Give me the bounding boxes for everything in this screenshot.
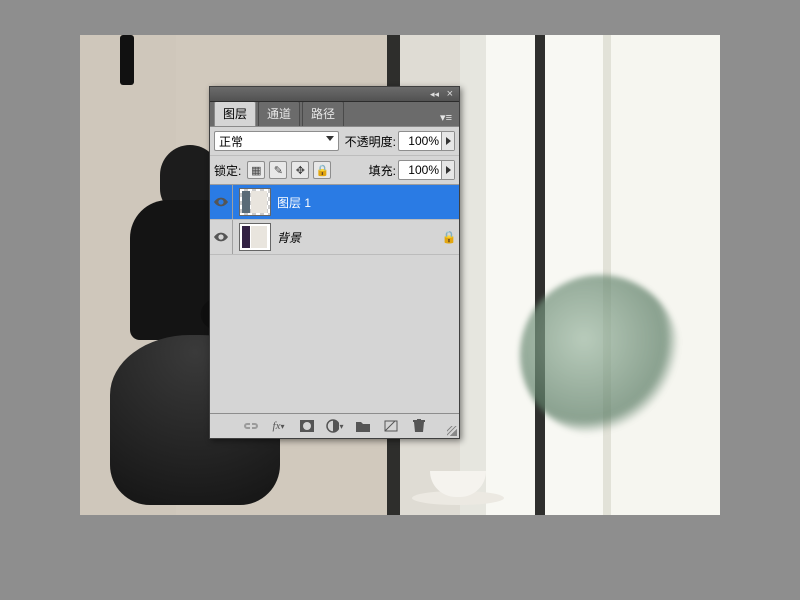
- new-layer-icon[interactable]: [382, 418, 400, 434]
- opacity-label: 不透明度:: [345, 133, 396, 150]
- group-icon[interactable]: [354, 418, 372, 434]
- fill-flyout-icon[interactable]: [441, 161, 454, 179]
- tab-channels[interactable]: 通道: [258, 101, 300, 126]
- visibility-toggle[interactable]: [210, 185, 233, 219]
- opacity-field[interactable]: [398, 131, 455, 151]
- collapse-icon[interactable]: ◂◂: [430, 89, 439, 99]
- opacity-input[interactable]: [399, 134, 441, 148]
- lock-transparent-icon[interactable]: ▦: [247, 161, 265, 179]
- layer-name[interactable]: 图层 1: [277, 194, 439, 211]
- panel-titlebar[interactable]: ◂◂ ×: [210, 87, 459, 102]
- photo-window-frame: [535, 35, 545, 515]
- blend-mode-select[interactable]: 正常: [214, 131, 339, 151]
- opacity-flyout-icon[interactable]: [441, 132, 454, 150]
- lock-indicator-icon: 🔒: [439, 230, 459, 244]
- trash-icon[interactable]: [410, 418, 428, 434]
- panel-tabs: 图层 通道 路径 ▾≡: [210, 102, 459, 127]
- lock-icons-group: ▦ ✎ ✥ 🔒: [247, 161, 331, 179]
- lock-fill-row: 锁定: ▦ ✎ ✥ 🔒 填充:: [210, 156, 459, 185]
- lock-position-icon[interactable]: ✥: [291, 161, 309, 179]
- visibility-toggle[interactable]: [210, 220, 233, 254]
- tab-layers[interactable]: 图层: [214, 101, 256, 126]
- tab-paths[interactable]: 路径: [302, 101, 344, 126]
- photo-lamp: [120, 35, 134, 85]
- layer-row[interactable]: 背景🔒: [210, 220, 459, 255]
- photo-foliage: [520, 275, 680, 435]
- lock-pixels-icon[interactable]: ✎: [269, 161, 287, 179]
- app-background: ◂◂ × 图层 通道 路径 ▾≡ 正常 不透明度: 锁定: ▦ ✎: [0, 0, 800, 600]
- layer-thumbnail[interactable]: [239, 188, 271, 216]
- fill-label: 填充:: [369, 162, 396, 179]
- layer-list[interactable]: 图层 1 背景🔒: [210, 185, 459, 413]
- blend-mode-value: 正常: [219, 133, 243, 150]
- fill-field[interactable]: [398, 160, 455, 180]
- adjustment-icon[interactable]: ▾: [326, 418, 344, 434]
- layer-thumbnail[interactable]: [239, 223, 271, 251]
- layer-row[interactable]: 图层 1: [210, 185, 459, 220]
- link-icon: [242, 418, 260, 434]
- lock-all-icon[interactable]: 🔒: [313, 161, 331, 179]
- mask-icon[interactable]: [298, 418, 316, 434]
- panel-menu-icon[interactable]: ▾≡: [437, 111, 455, 124]
- lock-label: 锁定:: [214, 162, 241, 179]
- blend-opacity-row: 正常 不透明度:: [210, 127, 459, 156]
- panel-footer: fx▾ ▾: [210, 413, 459, 438]
- layer-name[interactable]: 背景: [277, 229, 439, 246]
- layers-panel: ◂◂ × 图层 通道 路径 ▾≡ 正常 不透明度: 锁定: ▦ ✎: [209, 86, 460, 439]
- fill-input[interactable]: [399, 163, 441, 177]
- close-icon[interactable]: ×: [447, 88, 453, 100]
- chevron-down-icon: [326, 136, 334, 141]
- fx-icon[interactable]: fx▾: [270, 418, 288, 434]
- resize-grip-icon[interactable]: [447, 426, 457, 436]
